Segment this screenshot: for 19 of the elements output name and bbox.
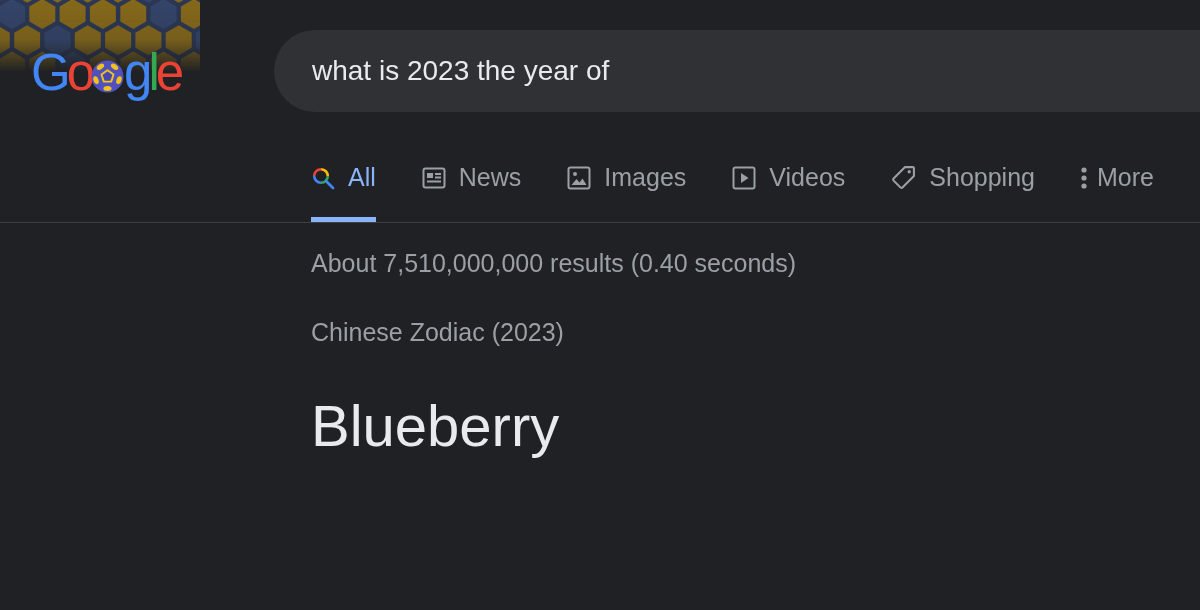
newspaper-icon xyxy=(421,165,446,190)
answer-label: Chinese Zodiac (2023) xyxy=(311,317,565,347)
image-icon xyxy=(567,165,592,190)
nav-tab[interactable]: All xyxy=(311,150,376,222)
more-vertical-icon xyxy=(1080,166,1087,189)
nav-tab[interactable]: Shopping xyxy=(891,150,1035,222)
search-icon xyxy=(311,165,335,190)
soccer-ball-icon xyxy=(91,59,125,93)
logo-letter: o xyxy=(66,45,96,101)
tag-icon xyxy=(891,165,917,190)
result-stats: About 7,510,000,000 results (0.40 seconds) xyxy=(311,248,798,278)
nav-tab[interactable]: More xyxy=(1080,150,1154,222)
answer-value: Blueberry xyxy=(311,393,561,459)
play-icon xyxy=(732,165,757,190)
nav-tab[interactable]: News xyxy=(421,150,522,222)
nav-tab[interactable]: Images xyxy=(567,150,687,222)
search-field[interactable]: what is 2023 the year of xyxy=(274,30,1200,112)
logo-letter: g xyxy=(124,45,153,101)
nav-tab[interactable]: Videos xyxy=(732,150,846,222)
